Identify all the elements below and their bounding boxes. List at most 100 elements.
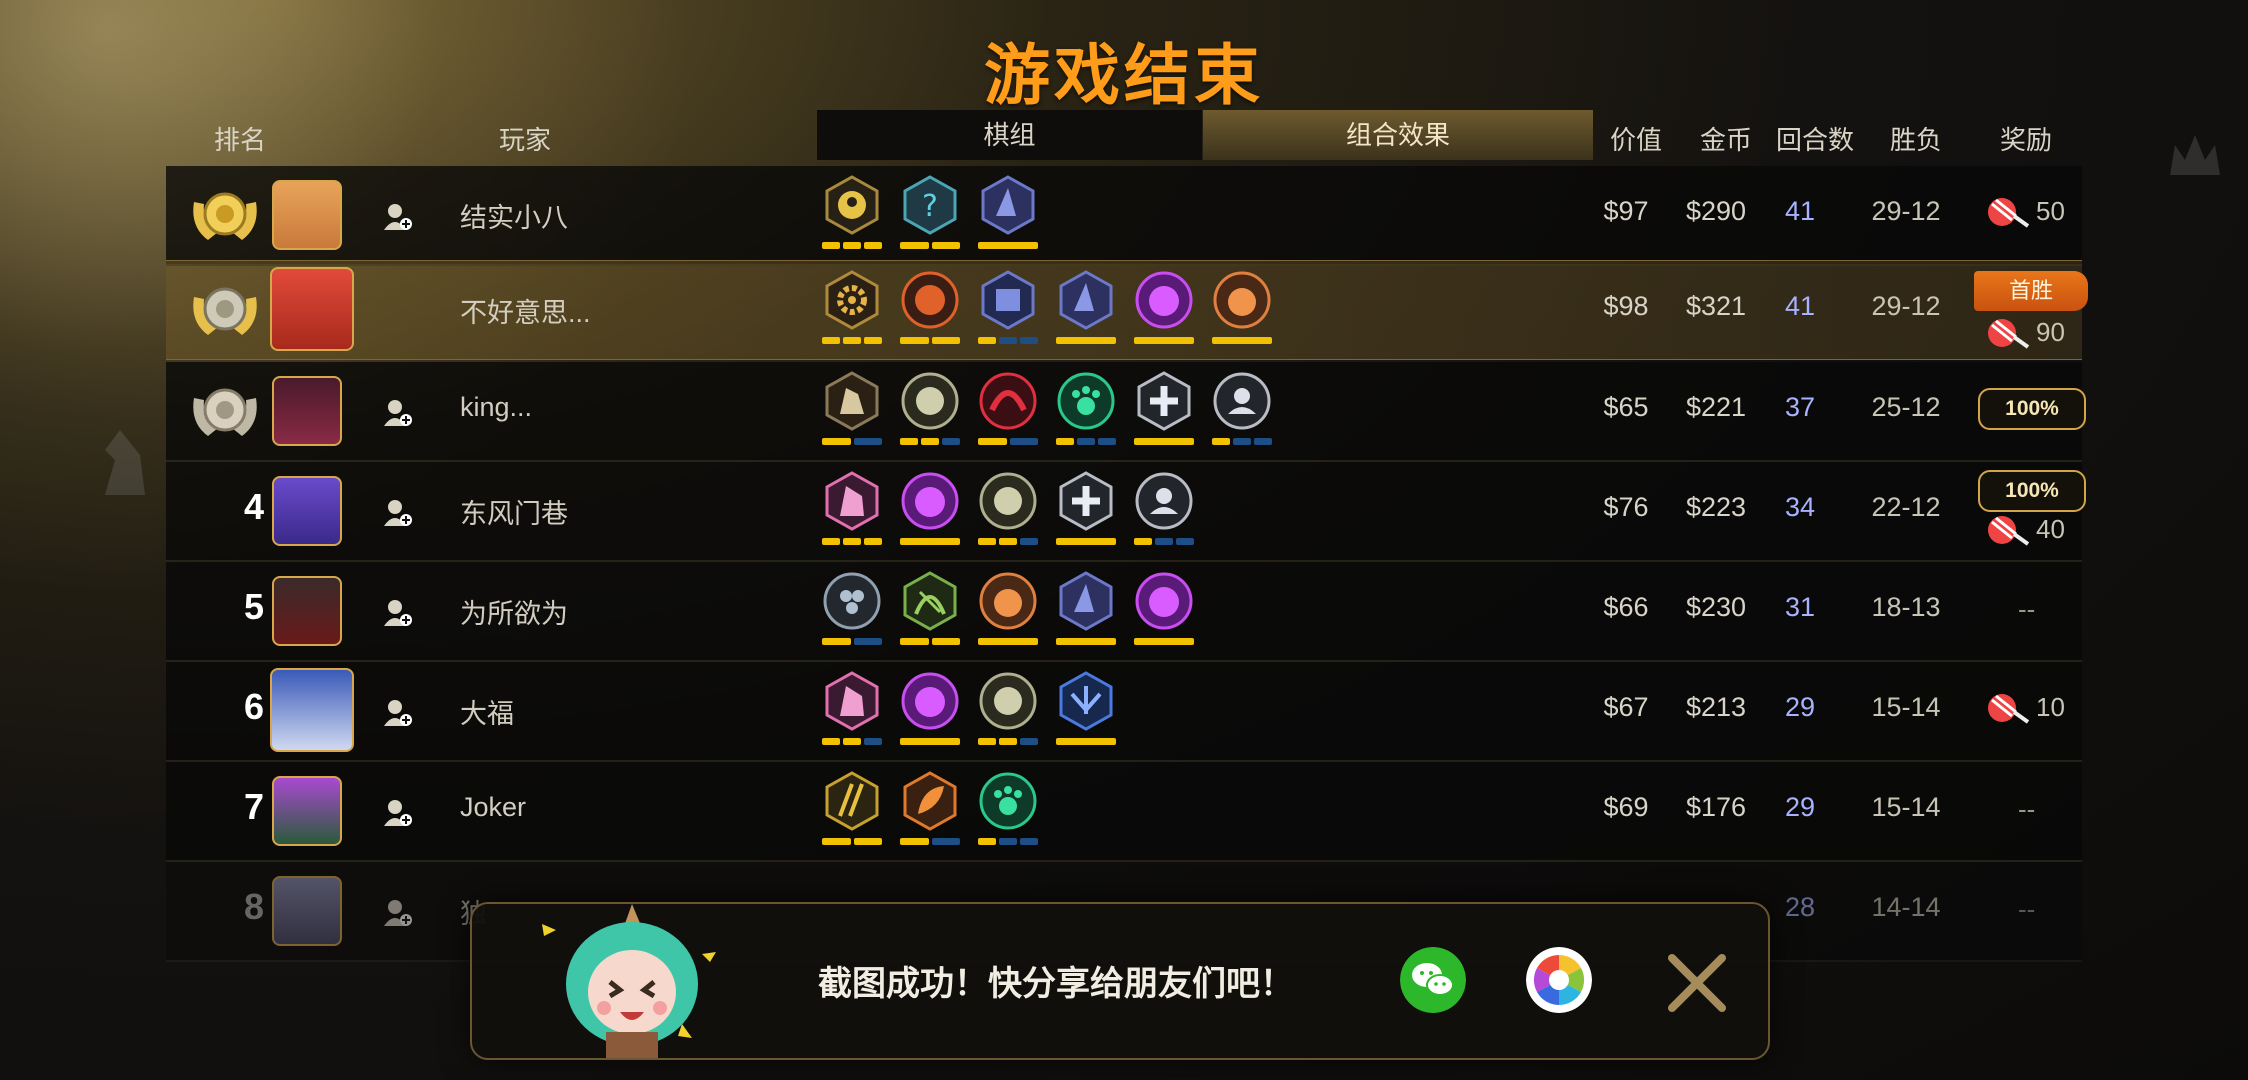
header-rounds: 回合数 xyxy=(1775,125,1854,155)
table-row[interactable]: king... $65 $221 37 25-12 100% xyxy=(166,362,2086,462)
value-cell: $67 xyxy=(1603,692,1649,722)
value-cell: $65 xyxy=(1603,392,1649,422)
synergy-gear-icon xyxy=(822,269,882,351)
reward-cell: 50 xyxy=(1974,192,2074,242)
value-cell: $98 xyxy=(1603,291,1649,321)
synergy-wizard-icon xyxy=(1056,269,1116,351)
close-icon[interactable] xyxy=(1664,950,1730,1016)
gold-cell: $223 xyxy=(1685,492,1747,522)
avatar[interactable] xyxy=(272,376,342,446)
synergy-glacial-icon xyxy=(822,174,882,256)
reward-amount: 10 xyxy=(2036,692,2065,722)
synergy-elemental-icon xyxy=(822,570,882,652)
add-friend-icon[interactable] xyxy=(382,396,414,428)
win-loss-cell: 29-12 xyxy=(1871,196,1941,226)
table-row-self[interactable]: 不好意思... $98 $321 41 29-12 首胜 90 xyxy=(166,260,2088,363)
reward-empty: -- xyxy=(2018,794,2036,824)
player-name: 东风门巷 xyxy=(460,499,568,529)
wechat-icon[interactable] xyxy=(1400,947,1466,1013)
table-row[interactable]: 4 东风门巷 $76 $223 34 22-12 100% 40 xyxy=(166,462,2086,562)
win-loss-cell: 22-12 xyxy=(1871,492,1941,522)
synergy-dragon-icon xyxy=(1056,670,1116,752)
win-loss-cell: 25-12 xyxy=(1871,392,1941,422)
avatar[interactable] xyxy=(270,267,354,351)
synergy-knight-piece-icon xyxy=(822,670,882,752)
add-friend-icon[interactable] xyxy=(382,200,414,232)
add-friend-icon[interactable] xyxy=(382,696,414,728)
add-friend-icon[interactable] xyxy=(382,596,414,628)
reward-cell: 10 xyxy=(1974,688,2074,738)
reward-cell: -- xyxy=(1974,588,2074,638)
moments-icon[interactable] xyxy=(1526,947,1592,1013)
knight-deco-icon xyxy=(105,430,145,495)
reward-empty: -- xyxy=(2018,894,2036,924)
add-friend-icon[interactable] xyxy=(382,496,414,528)
synergy-undead-icon xyxy=(978,370,1038,452)
synergy-druid-icon xyxy=(978,770,1038,852)
bronze-medal-icon xyxy=(193,388,257,436)
add-friend-icon[interactable] xyxy=(382,896,414,928)
avatar[interactable] xyxy=(270,668,354,752)
win-loss-cell: 18-13 xyxy=(1871,592,1941,622)
header-win-loss: 胜负 xyxy=(1889,125,1942,155)
toast-message: 截图成功！快分享给朋友们吧！ xyxy=(818,965,1294,1003)
synergy-feather-icon xyxy=(900,770,960,852)
rounds-cell: 31 xyxy=(1784,592,1816,622)
crown-deco-icon xyxy=(2170,135,2220,175)
header-player: 玩家 xyxy=(498,125,551,155)
rounds-cell: 28 xyxy=(1784,892,1816,922)
synergy-mech-icon xyxy=(978,269,1038,351)
gold-cell: $221 xyxy=(1685,392,1747,422)
avatar[interactable] xyxy=(272,876,342,946)
reward-cell: -- xyxy=(1974,788,2074,838)
synergy-wizard-icon xyxy=(1056,570,1116,652)
avatar[interactable] xyxy=(272,476,342,546)
synergy-mystery-icon: ? xyxy=(900,174,960,256)
player-name: 大福 xyxy=(460,699,514,729)
rounds-cell: 37 xyxy=(1784,392,1816,422)
table-row[interactable]: 结实小八 ? $97 $290 41 29-12 50 xyxy=(166,166,2082,266)
avatar[interactable] xyxy=(272,776,342,846)
reward-amount: 40 xyxy=(2036,514,2065,544)
value-cell: $97 xyxy=(1603,196,1649,226)
synergy-human-icon xyxy=(1134,470,1194,552)
gold-cell: $290 xyxy=(1685,196,1747,226)
player-name: 为所欲为 xyxy=(460,599,568,629)
rounds-cell: 29 xyxy=(1784,792,1816,822)
reward-cell: 90 xyxy=(1974,313,2074,363)
reward-cell-candy: 40 xyxy=(1974,510,2074,560)
synergy-knight-icon xyxy=(978,470,1038,552)
synergy-druid-icon xyxy=(1056,370,1116,452)
avatar[interactable] xyxy=(272,180,342,250)
tab-pieces[interactable]: 棋组 xyxy=(817,110,1202,160)
value-cell: $76 xyxy=(1603,492,1649,522)
percent-bonus-badge: 100% xyxy=(1978,470,2086,512)
tab-combo-effects[interactable]: 组合效果 xyxy=(1203,110,1593,160)
synergy-human-icon xyxy=(1212,370,1272,452)
rounds-cell: 29 xyxy=(1784,692,1816,722)
synergy-priest-icon xyxy=(1056,470,1116,552)
candy-icon xyxy=(1988,319,2030,349)
table-row[interactable]: 6 大福 $67 $213 29 15-14 10 xyxy=(166,662,2082,762)
value-cell: $66 xyxy=(1603,592,1649,622)
rounds-cell: 41 xyxy=(1784,196,1816,226)
synergy-knight-icon xyxy=(900,370,960,452)
gold-cell: $230 xyxy=(1685,592,1747,622)
table-row[interactable]: 7 Joker $69 $176 29 15-14 -- xyxy=(166,762,2082,862)
candy-icon xyxy=(1988,694,2030,724)
silver-medal-icon xyxy=(193,287,257,335)
reward-cell: 100% xyxy=(1974,388,2086,438)
game-over-title: 游戏结束 xyxy=(984,38,1264,112)
avatar[interactable] xyxy=(272,576,342,646)
add-friend-icon[interactable] xyxy=(382,796,414,828)
candy-icon xyxy=(1988,198,2030,228)
synergy-demon-icon xyxy=(900,470,960,552)
header-gold: 金币 xyxy=(1699,125,1752,155)
screenshot-share-toast: 截图成功！快分享给朋友们吧！ xyxy=(470,902,1770,1060)
synergy-knight-piece-icon xyxy=(822,470,882,552)
reward-empty: -- xyxy=(2018,594,2036,624)
gold-medal-icon xyxy=(193,192,257,240)
candy-icon xyxy=(1988,516,2030,546)
table-row[interactable]: 5 为所欲为 $66 $230 31 18-13 -- xyxy=(166,562,2082,662)
synergy-wizard-icon xyxy=(978,174,1038,256)
